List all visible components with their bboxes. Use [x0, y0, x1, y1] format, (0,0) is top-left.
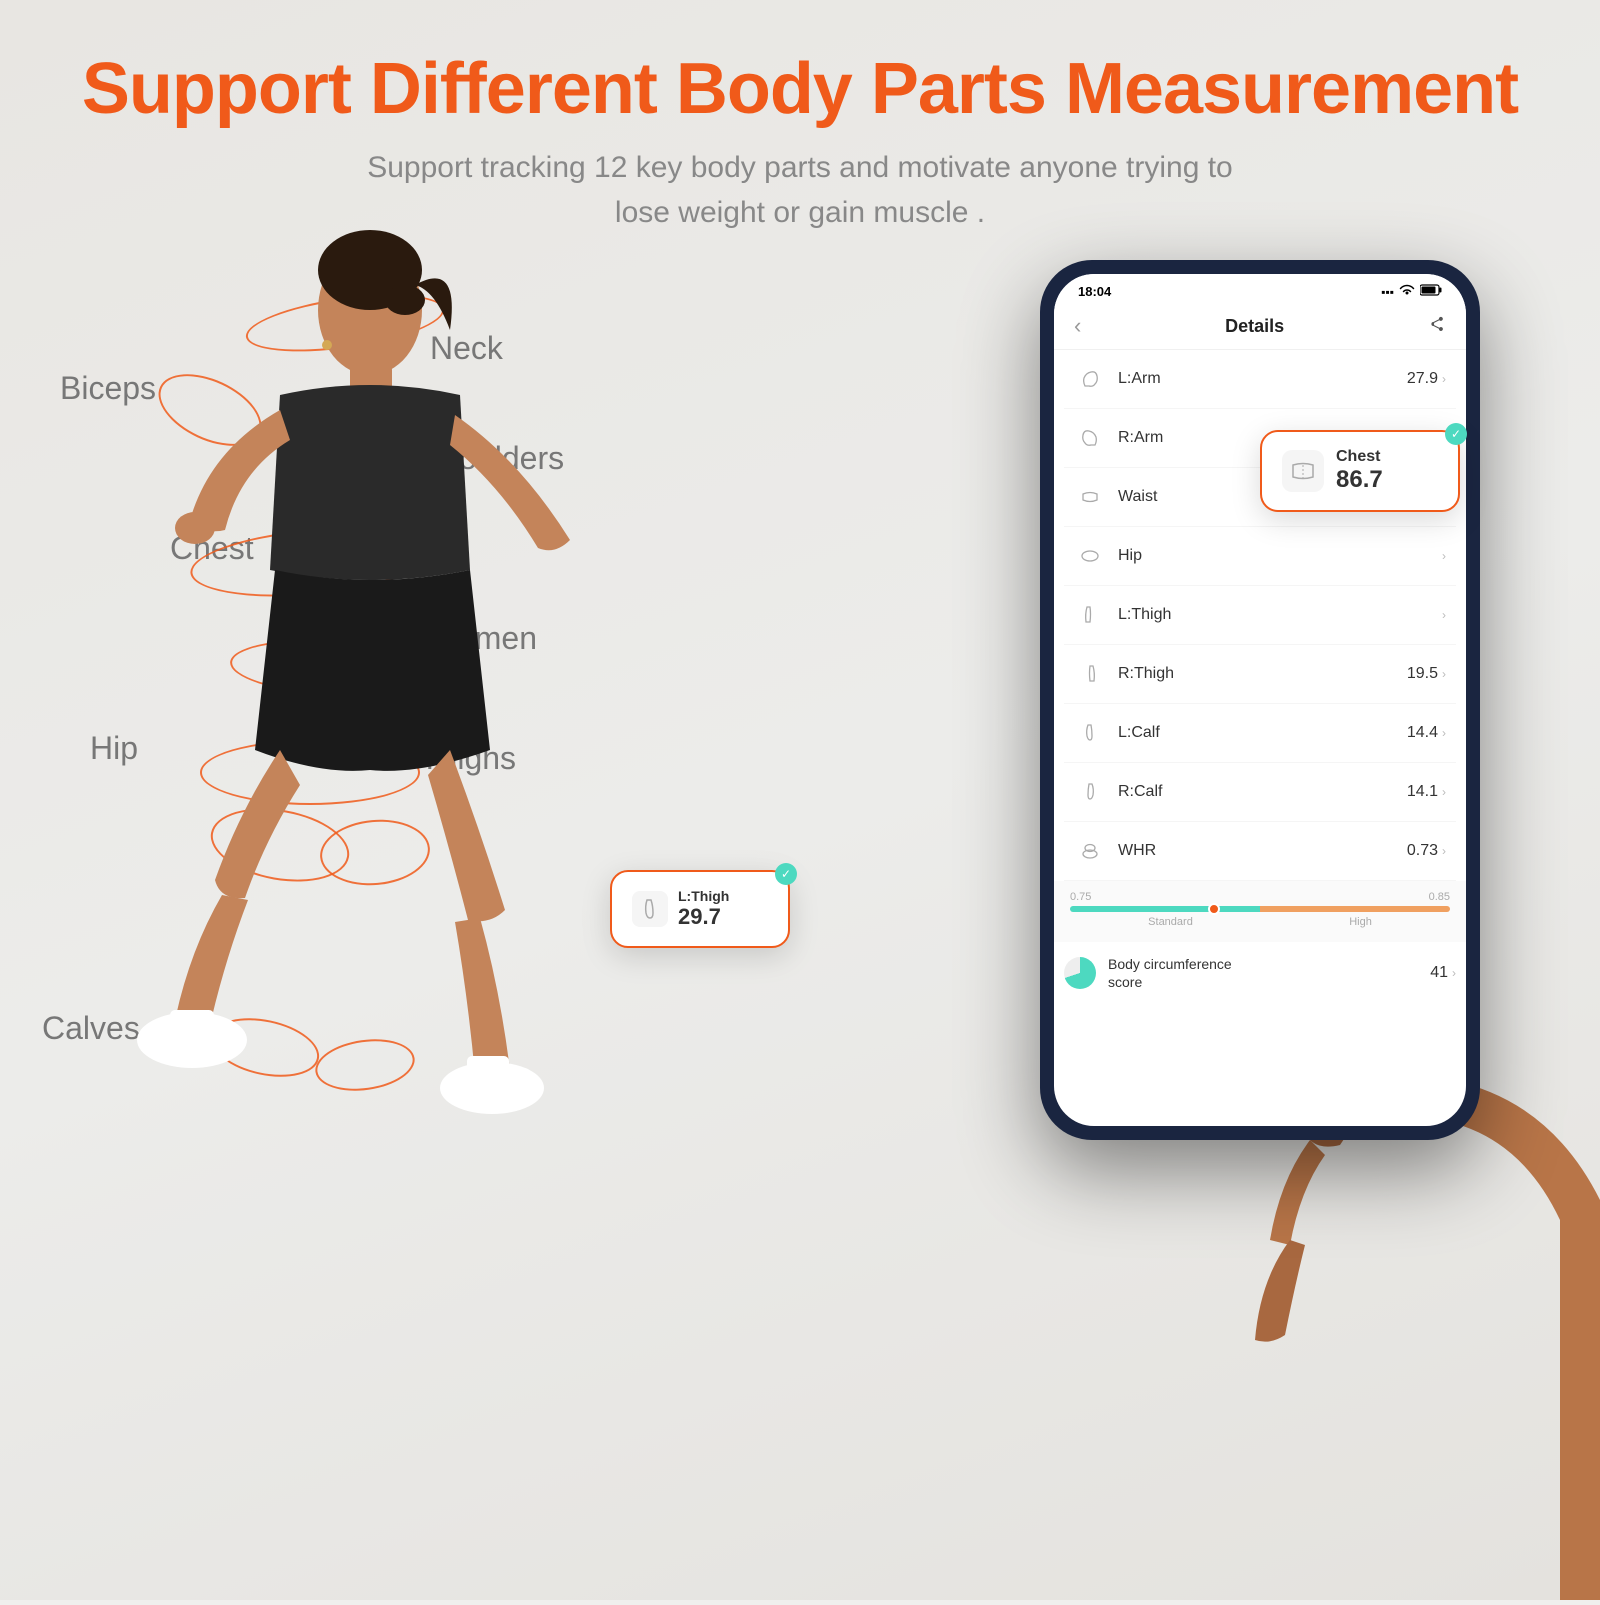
thigh-card-info: L:Thigh 29.7	[678, 888, 768, 930]
nav-bar: ‹ Details	[1054, 305, 1466, 350]
rthigh-chevron: ›	[1442, 667, 1446, 681]
chest-card-value: 86.7	[1336, 466, 1438, 494]
lcalf-icon	[1074, 717, 1106, 749]
larm-chevron: ›	[1442, 372, 1446, 386]
rcalf-value: 14.1	[1407, 783, 1438, 801]
whr-left-val: 0.75	[1070, 891, 1091, 903]
rcalf-chevron: ›	[1442, 785, 1446, 799]
measure-row-lthigh[interactable]: L:Thigh ›	[1064, 586, 1456, 645]
popup-thigh-card: L:Thigh 29.7 ✓	[610, 870, 790, 948]
lcalf-label: L:Calf	[1118, 724, 1407, 742]
hip-chevron: ›	[1442, 549, 1446, 563]
lthigh-chevron: ›	[1442, 608, 1446, 622]
phone-frame: 18:04 ▪▪▪ ‹ Details	[1040, 260, 1480, 1140]
measure-row-rcalf[interactable]: R:Calf 14.1 ›	[1064, 763, 1456, 822]
chest-check-icon: ✓	[1445, 423, 1467, 445]
subtitle: Support tracking 12 key body parts and m…	[0, 145, 1600, 235]
chest-card-label: Chest	[1336, 448, 1438, 466]
whr-label: WHR	[1118, 842, 1407, 860]
chest-card-info: Chest 86.7	[1336, 448, 1438, 494]
measure-row-rthigh[interactable]: R:Thigh 19.5 ›	[1064, 645, 1456, 704]
signal-icon: ▪▪▪	[1381, 285, 1394, 299]
lcalf-chevron: ›	[1442, 726, 1446, 740]
thigh-card-label: L:Thigh	[678, 888, 768, 904]
header-section: Support Different Body Parts Measurement…	[0, 0, 1600, 255]
phone-screen: 18:04 ▪▪▪ ‹ Details	[1054, 274, 1466, 1126]
whr-icon	[1074, 835, 1106, 867]
thigh-card-icon	[632, 891, 668, 927]
thigh-check-icon: ✓	[775, 863, 797, 885]
page-container: Support Different Body Parts Measurement…	[0, 0, 1600, 1600]
whr-right-val: 0.85	[1429, 891, 1450, 903]
share-button[interactable]	[1428, 315, 1446, 338]
whr-value: 0.73	[1407, 842, 1438, 860]
measure-row-whr[interactable]: WHR 0.73 ›	[1064, 822, 1456, 881]
rcalf-label: R:Calf	[1118, 783, 1407, 801]
status-time: 18:04	[1078, 284, 1111, 299]
status-bar: 18:04 ▪▪▪	[1054, 274, 1466, 305]
whr-bar	[1070, 906, 1450, 912]
back-button[interactable]: ‹	[1074, 313, 1081, 339]
measure-row-larm[interactable]: L:Arm 27.9 ›	[1064, 350, 1456, 409]
whr-expanded-section: 0.75 0.85 Standard High	[1054, 881, 1466, 942]
rthigh-icon	[1074, 658, 1106, 690]
larm-icon	[1074, 363, 1106, 395]
status-icons: ▪▪▪	[1381, 284, 1442, 299]
battery-icon	[1420, 284, 1442, 299]
whr-chevron: ›	[1442, 844, 1446, 858]
score-circle-icon	[1064, 957, 1096, 989]
whr-indicator-dot	[1208, 903, 1220, 915]
rarm-icon	[1074, 422, 1106, 454]
wifi-icon	[1399, 284, 1415, 299]
waist-icon	[1074, 481, 1106, 513]
lthigh-icon	[1074, 599, 1106, 631]
thigh-card-value: 29.7	[678, 904, 768, 930]
popup-chest-card: Chest 86.7 ✓	[1260, 430, 1460, 512]
measure-row-lcalf[interactable]: L:Calf 14.4 ›	[1064, 704, 1456, 763]
rthigh-label: R:Thigh	[1118, 665, 1407, 683]
larm-value: 27.9	[1407, 370, 1438, 388]
whr-category-labels: Standard High	[1070, 916, 1450, 928]
score-value: 41	[1430, 964, 1448, 982]
whr-standard-label: Standard	[1148, 916, 1193, 928]
whr-high-label: High	[1349, 916, 1372, 928]
rthigh-value: 19.5	[1407, 665, 1438, 683]
phone-container: 18:04 ▪▪▪ ‹ Details	[1040, 260, 1480, 1140]
details-title: Details	[1225, 316, 1284, 337]
measure-row-hip[interactable]: Hip ›	[1064, 527, 1456, 586]
lthigh-label: L:Thigh	[1118, 606, 1438, 624]
hip-icon	[1074, 540, 1106, 572]
score-label: Body circumferencescore	[1108, 955, 1430, 991]
larm-label: L:Arm	[1118, 370, 1407, 388]
main-title: Support Different Body Parts Measurement	[0, 48, 1600, 131]
chest-card-icon	[1282, 450, 1324, 492]
rcalf-icon	[1074, 776, 1106, 808]
score-row[interactable]: Body circumferencescore 41 ›	[1054, 942, 1466, 1004]
score-chevron: ›	[1452, 966, 1456, 980]
hip-label: Hip	[1118, 547, 1438, 565]
whr-scale-values: 0.75 0.85	[1070, 891, 1450, 903]
lcalf-value: 14.4	[1407, 724, 1438, 742]
